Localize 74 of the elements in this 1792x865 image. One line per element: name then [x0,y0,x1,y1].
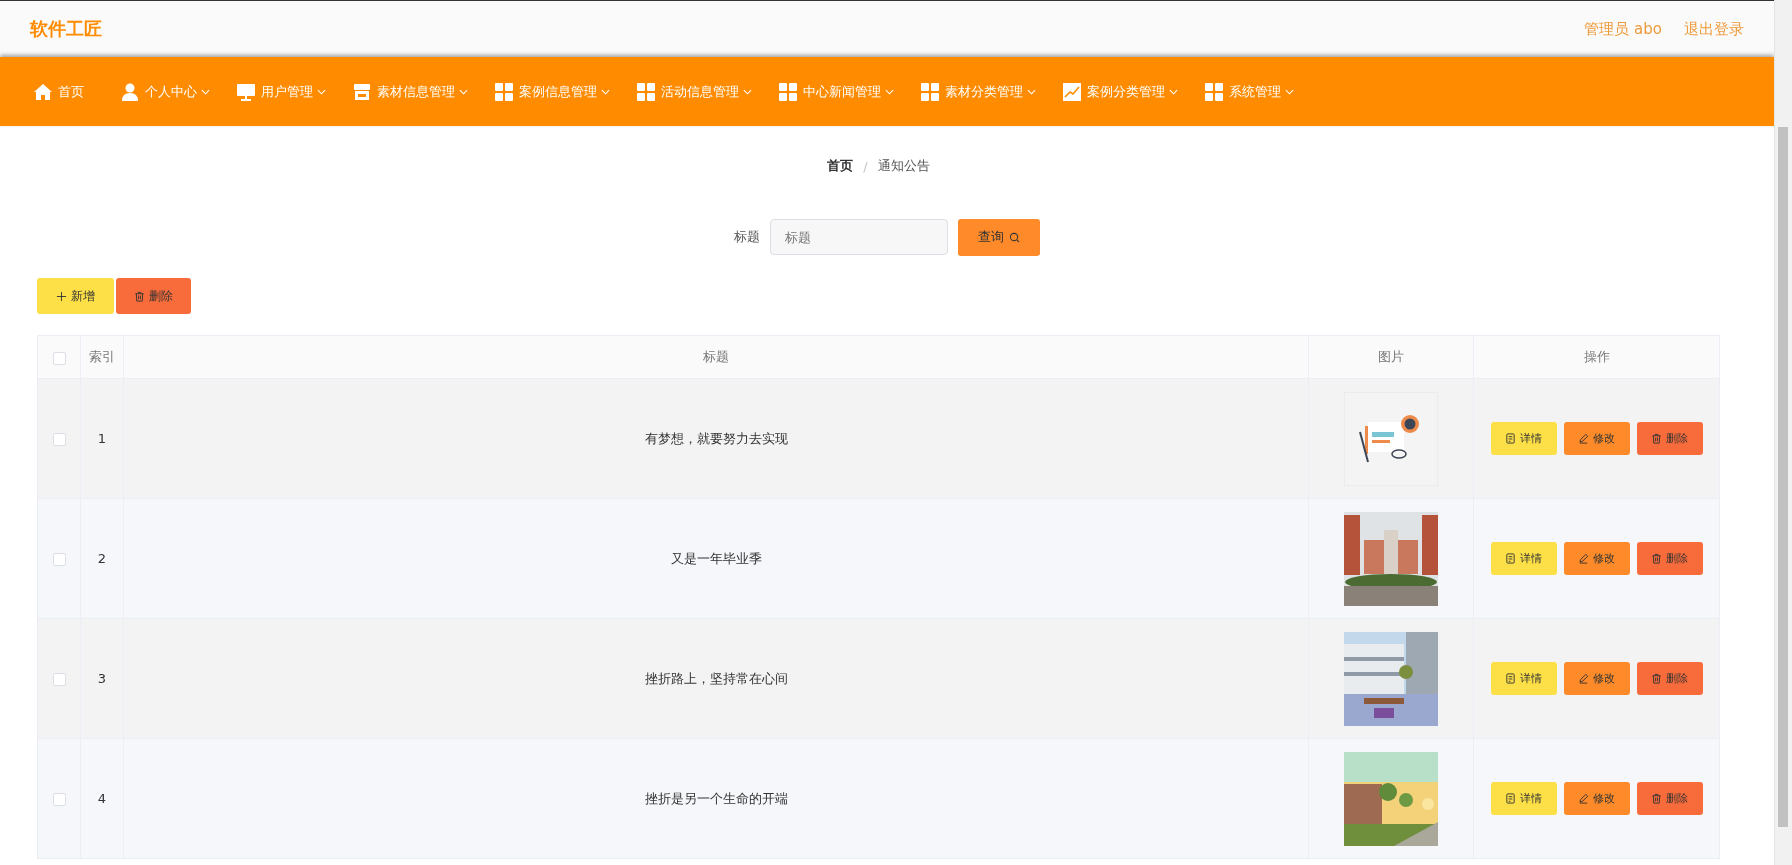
search-button[interactable]: 查询 [957,218,1040,256]
delete-button[interactable]: 删除 [116,278,191,314]
table-cell: 挫折路上，坚持常在心间 [123,618,1309,739]
details-button[interactable]: 详情 [1490,422,1557,455]
edit-button[interactable]: 修改 [1563,662,1630,695]
nav-menu-item[interactable]: 中心新闻管理 [803,82,881,101]
edit-button[interactable]: 修改 [1563,422,1630,455]
plus-icon [56,290,67,302]
grid-icon [920,81,940,102]
table-cell: 有梦想，就要努力去实现 [123,378,1309,499]
scrollbar[interactable] [1774,0,1792,865]
document-icon [1505,793,1516,804]
nav-menu-item[interactable]: 个人中心 [145,82,197,101]
chart-icon [1062,81,1082,102]
document-icon [1505,433,1516,444]
table-cell: 4 [80,738,124,859]
delete-button[interactable]: 删除 [1636,662,1703,695]
edit-button[interactable]: 修改 [1563,542,1630,575]
pencil-icon [1578,673,1589,684]
details-button[interactable]: 详情 [1490,782,1557,815]
trash-icon [1651,673,1662,684]
table-cell: 1 [80,378,124,499]
user-icon [120,81,140,102]
nav-menu-item[interactable]: 活动信息管理 [661,82,739,101]
column-header: 图片 [1308,335,1474,379]
nav-menu-item[interactable]: 案例分类管理 [1087,82,1165,101]
row-checkbox[interactable] [52,793,66,806]
column-header: 标题 [123,335,1309,379]
edit-button[interactable]: 修改 [1563,782,1630,815]
nav-menu-item[interactable]: 系统管理 [1229,82,1281,101]
breadcrumb-link[interactable]: 首页 [827,157,854,175]
pencil-icon [1578,793,1589,804]
brand-title: 软件工匠 [30,17,102,41]
row-checkbox[interactable] [52,433,66,446]
shop-icon [352,81,372,102]
row-checkbox[interactable] [52,673,66,686]
nav-menu-item[interactable]: 首页 [58,82,84,101]
grid-icon [494,81,514,102]
trash-icon [1651,433,1662,444]
select-all-checkbox[interactable] [52,351,66,365]
table-cell: 挫折是另一个生命的开端 [123,738,1309,859]
table-cell: 又是一年毕业季 [123,498,1309,619]
nav-menu-item[interactable]: 素材分类管理 [945,82,1023,101]
delete-button[interactable]: 删除 [1636,422,1703,455]
trash-icon [1651,793,1662,804]
details-button[interactable]: 详情 [1490,662,1557,695]
table-cell: 3 [80,618,124,739]
add-button[interactable]: 新增 [37,278,114,314]
row-checkbox[interactable] [52,553,66,566]
home-icon [33,81,53,102]
breadcrumb-separator: / [863,158,868,174]
document-icon [1505,673,1516,684]
grid-icon [1204,81,1224,102]
search-icon [1008,231,1020,243]
document-icon [1505,553,1516,564]
nav-menu-item[interactable]: 用户管理 [261,82,313,101]
column-header: 索引 [80,335,124,379]
field-label: 标题 [733,228,760,246]
column-header: 操作 [1473,335,1720,379]
trash-icon [134,290,145,302]
pencil-icon [1578,553,1589,564]
trash-icon [1651,553,1662,564]
table-cell: 2 [80,498,124,619]
title-search-field[interactable]: 标题 [769,219,948,255]
grid-icon [636,81,656,102]
grid-icon [778,81,798,102]
nav-menu-item[interactable]: 案例信息管理 [519,82,597,101]
pencil-icon [1578,433,1589,444]
nav-menu-item[interactable]: 素材信息管理 [377,82,455,101]
delete-button[interactable]: 删除 [1636,542,1703,575]
monitor-icon [236,81,256,102]
details-button[interactable]: 详情 [1490,542,1557,575]
delete-button[interactable]: 删除 [1636,782,1703,815]
breadcrumb-link[interactable]: 通知公告 [877,157,930,175]
